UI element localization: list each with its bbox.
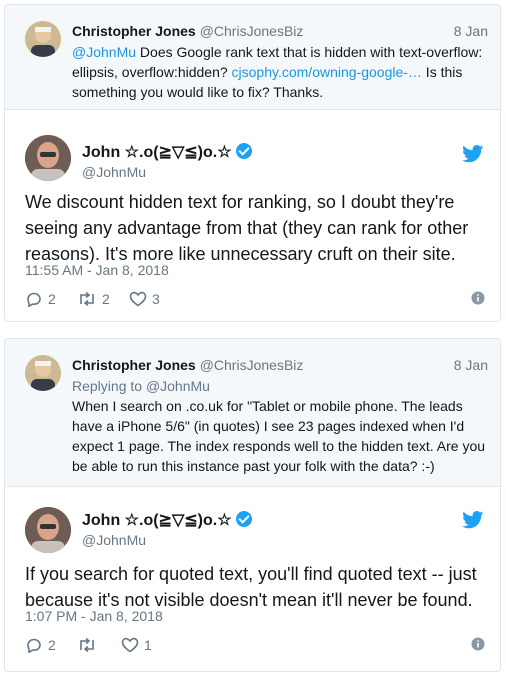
avatar-christopher-jones[interactable] bbox=[25, 355, 61, 391]
reply-icon bbox=[27, 638, 41, 653]
reply-button[interactable]: 2 bbox=[25, 635, 56, 655]
author-handle[interactable]: @JohnMu bbox=[82, 163, 146, 181]
verified-badge-icon bbox=[235, 511, 252, 527]
avatar-john-mu[interactable] bbox=[25, 507, 71, 553]
tweet-card-1: Christopher Jones @ChrisJonesBiz 8 Jan @J… bbox=[4, 4, 501, 322]
retweet-button[interactable] bbox=[77, 635, 102, 655]
tweet-text: We discount hidden text for ranking, so … bbox=[25, 192, 469, 264]
parent-tweet[interactable]: Christopher Jones @ChrisJonesBiz 8 Jan Re… bbox=[5, 339, 500, 487]
replying-handle[interactable]: @JohnMu bbox=[146, 378, 210, 394]
tweet-date[interactable]: 8 Jan bbox=[454, 21, 488, 41]
info-icon[interactable] bbox=[471, 291, 485, 305]
retweet-button[interactable]: 2 bbox=[77, 289, 110, 309]
like-icon bbox=[129, 291, 147, 307]
reply-count: 2 bbox=[48, 291, 56, 307]
tweet-timestamp[interactable]: 1:07 PM - Jan 8, 2018 bbox=[25, 607, 163, 625]
author-handle[interactable]: @ChrisJonesBiz bbox=[200, 23, 304, 39]
author-name[interactable]: John ☆.o(≧▽≦)o.☆ bbox=[82, 511, 252, 531]
tweet-card-2: Christopher Jones @ChrisJonesBiz 8 Jan Re… bbox=[4, 338, 501, 672]
replying-label: Replying to bbox=[72, 378, 146, 394]
tweet-actions: 2 2 3 bbox=[25, 289, 485, 309]
retweet-icon bbox=[80, 291, 94, 307]
reply-count: 2 bbox=[48, 637, 56, 653]
like-button[interactable]: 3 bbox=[129, 289, 160, 309]
author-handle[interactable]: @ChrisJonesBiz bbox=[200, 357, 304, 373]
like-count: 3 bbox=[152, 291, 160, 307]
mention-link[interactable]: @JohnMu bbox=[72, 44, 136, 60]
tweet-date[interactable]: 8 Jan bbox=[454, 355, 488, 375]
retweet-icon bbox=[80, 637, 94, 653]
parent-tweet-text: @JohnMu Does Google rank text that is hi… bbox=[72, 42, 490, 102]
parent-header: Christopher Jones @ChrisJonesBiz 8 Jan bbox=[72, 21, 488, 41]
verified-badge-icon bbox=[235, 143, 252, 159]
reply-icon bbox=[27, 292, 41, 307]
like-icon bbox=[121, 637, 139, 653]
author-name[interactable]: John ☆.o(≧▽≦)o.☆ bbox=[82, 143, 252, 163]
author-name[interactable]: Christopher Jones bbox=[72, 23, 196, 39]
author-name-text[interactable]: John ☆.o(≧▽≦)o.☆ bbox=[82, 512, 232, 529]
twitter-bird-icon[interactable] bbox=[462, 145, 484, 163]
like-button[interactable]: 1 bbox=[121, 635, 152, 655]
tweet-actions: 2 1 bbox=[25, 635, 485, 655]
author-handle[interactable]: @JohnMu bbox=[82, 531, 146, 549]
twitter-bird-icon[interactable] bbox=[462, 511, 484, 529]
info-icon[interactable] bbox=[471, 637, 485, 651]
author-name-text[interactable]: John ☆.o(≧▽≦)o.☆ bbox=[82, 144, 232, 161]
parent-tweet-text: When I search on .co.uk for "Tablet or m… bbox=[72, 398, 486, 474]
tweet-text: If you search for quoted text, you'll fi… bbox=[25, 564, 477, 610]
author-name[interactable]: Christopher Jones bbox=[72, 357, 196, 373]
like-count: 1 bbox=[144, 637, 152, 653]
url-link[interactable]: cjsophy.com/owning-google-… bbox=[232, 64, 422, 80]
avatar-christopher-jones[interactable] bbox=[25, 21, 61, 57]
replying-to: Replying to @JohnMu bbox=[72, 376, 210, 396]
reply-button[interactable]: 2 bbox=[25, 289, 56, 309]
parent-header: Christopher Jones @ChrisJonesBiz 8 Jan bbox=[72, 355, 488, 375]
avatar-john-mu[interactable] bbox=[25, 135, 71, 181]
tweet-timestamp[interactable]: 11:55 AM - Jan 8, 2018 bbox=[25, 261, 169, 279]
parent-tweet[interactable]: Christopher Jones @ChrisJonesBiz 8 Jan @J… bbox=[5, 5, 500, 110]
retweet-count: 2 bbox=[102, 291, 110, 307]
